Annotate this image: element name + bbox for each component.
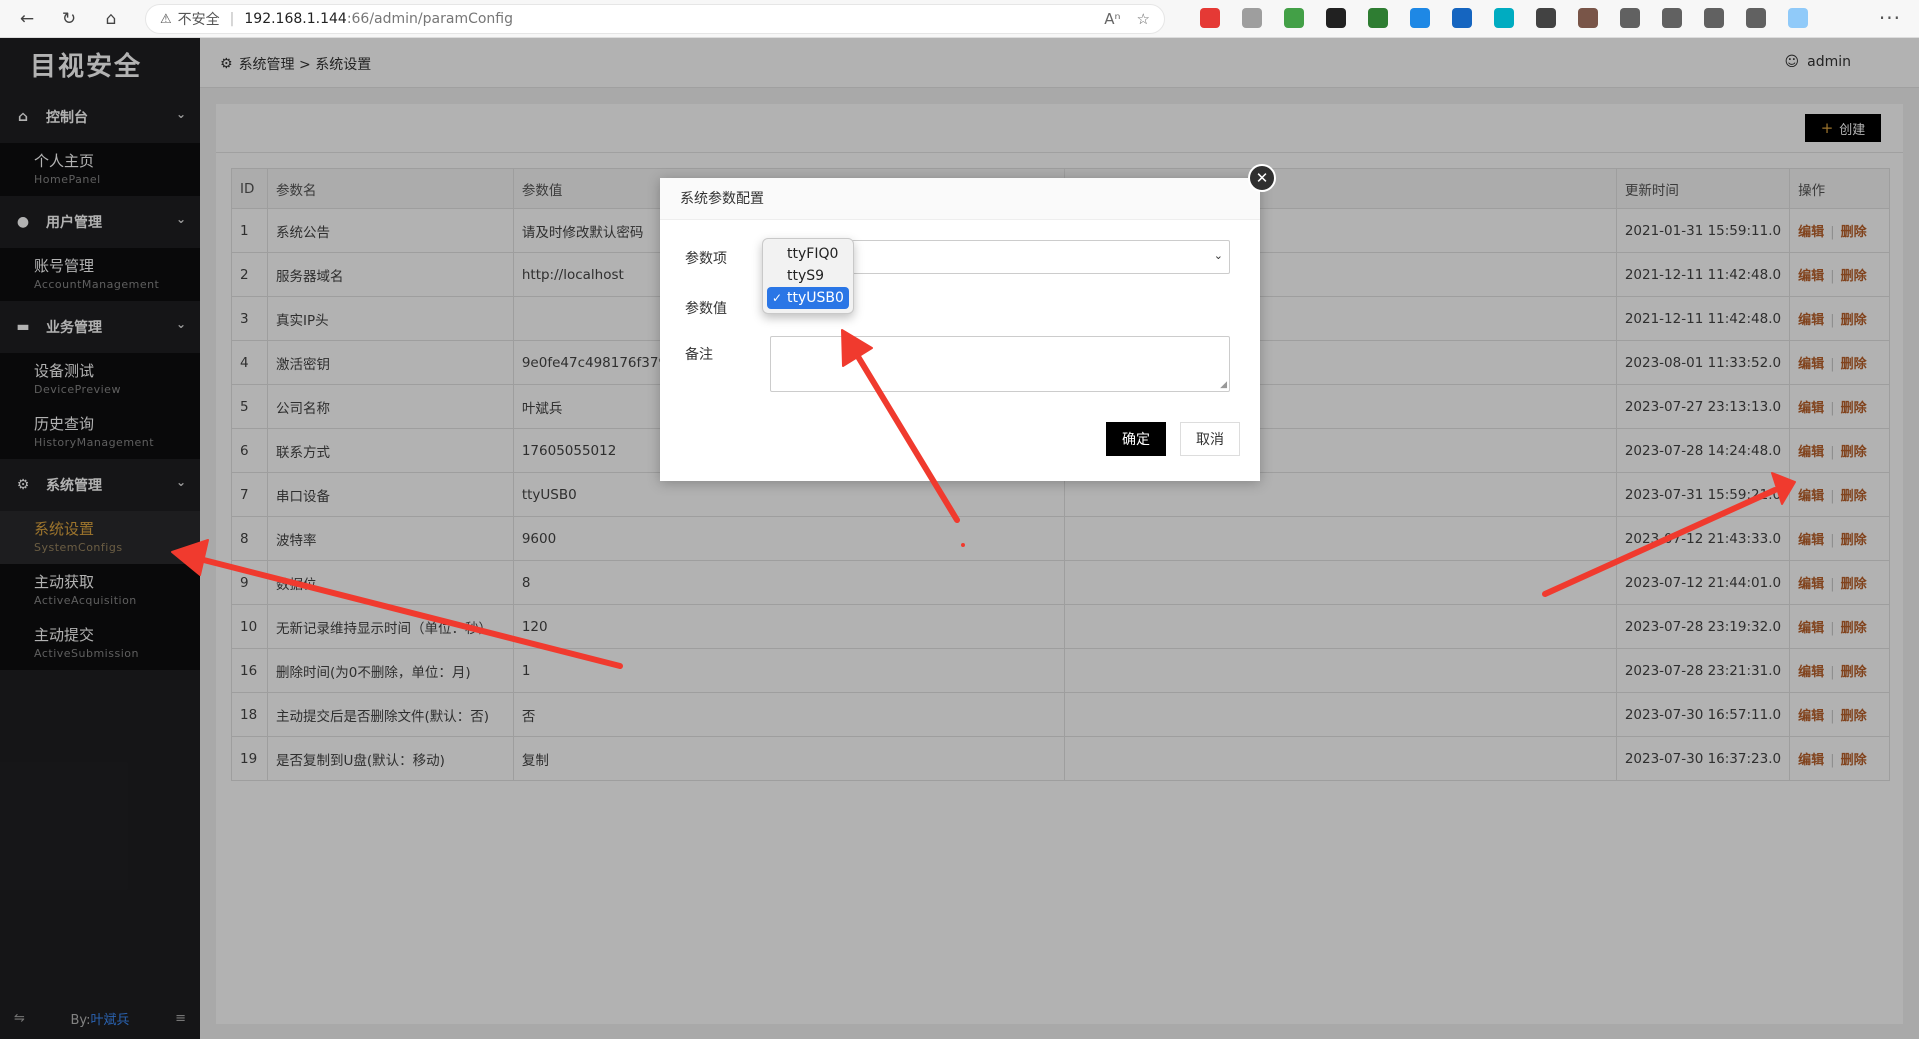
home-nav-icon[interactable]: ⌂ xyxy=(96,4,126,34)
address-separator: | xyxy=(229,11,235,27)
param-value-label: 参数值 xyxy=(685,301,727,317)
extension-8-icon[interactable] xyxy=(1494,8,1514,28)
read-aloud-icon[interactable]: Aⁿ xyxy=(1104,10,1120,28)
extension-11-icon[interactable] xyxy=(1620,8,1640,28)
checkmark-icon: ✓ xyxy=(772,291,783,305)
extension-1-icon[interactable] xyxy=(1200,8,1220,28)
extension-4-icon[interactable] xyxy=(1326,8,1346,28)
extension-12-icon[interactable] xyxy=(1662,8,1682,28)
extension-6-icon[interactable] xyxy=(1410,8,1430,28)
extension-7-icon[interactable] xyxy=(1452,8,1472,28)
dialog-title: 系统参数配置 xyxy=(660,178,1260,220)
remark-textarea[interactable]: ◢ xyxy=(770,336,1230,392)
address-bar[interactable]: ⚠ 不安全 | 192.168.1.144 :66/admin/paramCon… xyxy=(145,4,1165,34)
close-icon[interactable]: ✕ xyxy=(1248,164,1276,192)
dropdown-option-label: ttyS9 xyxy=(787,268,825,284)
dropdown-option[interactable]: ✓ ttyUSB0 xyxy=(767,287,849,309)
more-icon[interactable]: ··· xyxy=(1879,6,1901,30)
extension-icons xyxy=(1200,8,1808,28)
param-value-dropdown: ttyFIQ0 ttyS9 ✓ ttyUSB0 xyxy=(762,238,854,314)
reload-icon[interactable]: ↻ xyxy=(54,4,84,34)
extension-13-icon[interactable] xyxy=(1704,8,1724,28)
extension-14-icon[interactable] xyxy=(1746,8,1766,28)
param-config-dialog: 系统参数配置 ✕ 参数项 ⌄ 参数值 备注 ◢ 确定 取消 xyxy=(660,164,1276,481)
url-path: :66/admin/paramConfig xyxy=(346,11,514,27)
url-host: 192.168.1.144 xyxy=(244,11,347,27)
dropdown-option-label: ttyFIQ0 xyxy=(787,246,839,262)
extension-5-icon[interactable] xyxy=(1368,8,1388,28)
back-icon[interactable]: ← xyxy=(12,4,42,34)
extension-15-icon[interactable] xyxy=(1788,8,1808,28)
dropdown-option[interactable]: ttyS9 xyxy=(767,265,849,287)
insecure-label: 不安全 xyxy=(177,12,220,28)
cancel-button[interactable]: 取消 xyxy=(1180,422,1240,456)
browser-toolbar: ← ↻ ⌂ ⚠ 不安全 | 192.168.1.144 :66/admin/pa… xyxy=(0,0,1919,38)
remark-label: 备注 xyxy=(685,347,713,363)
resize-handle-icon[interactable]: ◢ xyxy=(1220,380,1227,390)
extension-9-icon[interactable] xyxy=(1536,8,1556,28)
favorite-star-icon[interactable]: ☆ xyxy=(1137,10,1150,28)
extension-10-icon[interactable] xyxy=(1578,8,1598,28)
confirm-button[interactable]: 确定 xyxy=(1106,422,1166,456)
dropdown-option-label: ttyUSB0 xyxy=(787,290,844,306)
chevron-down-icon: ⌄ xyxy=(1213,249,1223,262)
dropdown-option[interactable]: ttyFIQ0 xyxy=(767,243,849,265)
extension-2-icon[interactable] xyxy=(1242,8,1262,28)
param-item-label: 参数项 xyxy=(685,251,727,267)
warning-icon: ⚠ xyxy=(160,11,172,27)
extension-3-icon[interactable] xyxy=(1284,8,1304,28)
